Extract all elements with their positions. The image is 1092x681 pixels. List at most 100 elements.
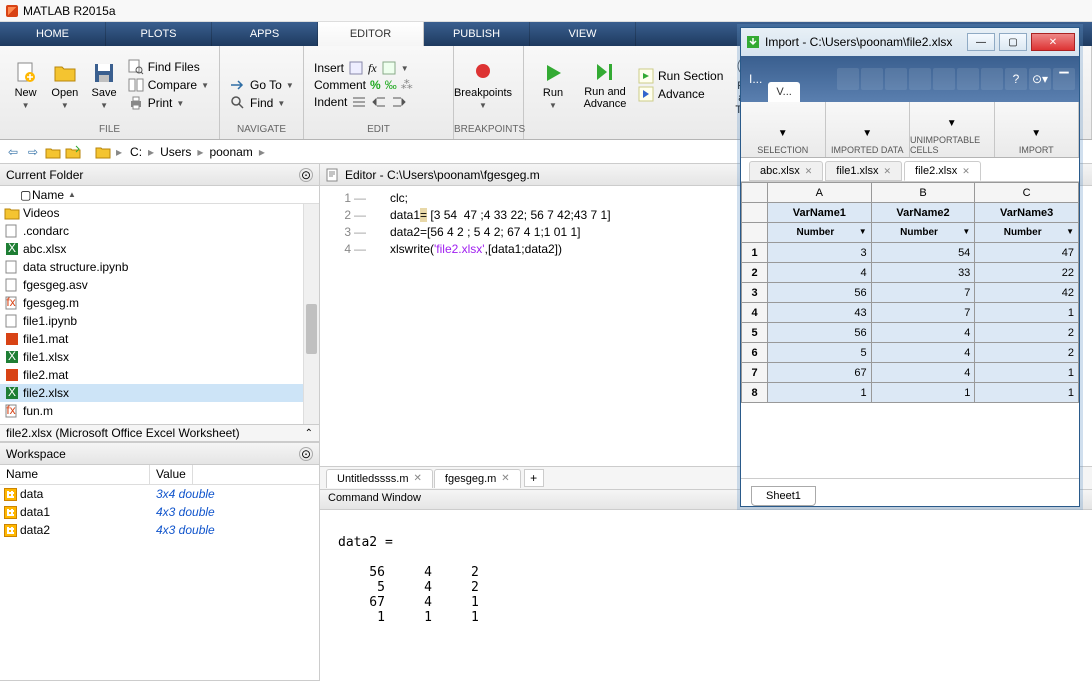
collapse-icon[interactable]: ⊙	[299, 447, 313, 461]
cf-name-column[interactable]: ▢ Name▲	[0, 186, 319, 204]
import-file-tab[interactable]: file1.xlsx ✕	[825, 161, 902, 181]
import-ribbon-tab[interactable]: V...	[768, 82, 800, 102]
file-row[interactable]: fgesgeg.asv	[0, 276, 319, 294]
import-group: ▼UNIMPORTABLE CELLS	[910, 102, 995, 157]
ribbon-btn-7[interactable]	[981, 68, 1003, 90]
group-dropdown-icon[interactable]: ▼	[778, 128, 788, 139]
file-row[interactable]: file2.mat	[0, 366, 319, 384]
editor-tab[interactable]: Untitledssss.m ✕	[326, 469, 433, 488]
run-button[interactable]: Run▼	[530, 50, 576, 120]
breadcrumb-segment[interactable]: Users	[156, 145, 195, 159]
close-icon[interactable]: ✕	[883, 166, 891, 177]
workspace-var[interactable]: data3x4 double	[0, 485, 319, 503]
ribbon-more[interactable]: I...	[745, 72, 766, 86]
file-detail: file2.xlsx (Microsoft Office Excel Works…	[0, 424, 319, 442]
import-group: ▼SELECTION	[741, 102, 826, 157]
find-button[interactable]: Find ▼	[230, 95, 294, 111]
import-data-row[interactable]: 8111	[742, 383, 1079, 403]
close-icon[interactable]: ✕	[962, 166, 970, 177]
import-file-tab[interactable]: abc.xlsx ✕	[749, 161, 823, 181]
open-button[interactable]: Open▼	[45, 50, 84, 120]
ribbon-btn-2[interactable]	[861, 68, 883, 90]
ribbon-btn-6[interactable]	[957, 68, 979, 90]
import-titlebar[interactable]: Import - C:\Users\poonam\file2.xlsx — ▢ …	[741, 28, 1079, 56]
group-dropdown-icon[interactable]: ▼	[947, 118, 957, 129]
svg-text:fx: fx	[6, 404, 15, 417]
main-tab-editor[interactable]: EDITOR	[318, 22, 424, 46]
add-tab-button[interactable]: +	[524, 469, 544, 487]
file-row[interactable]: .condarc	[0, 222, 319, 240]
main-tab-apps[interactable]: APPS	[212, 22, 318, 46]
import-data-row[interactable]: 44371	[742, 303, 1079, 323]
close-icon[interactable]: ✕	[805, 166, 813, 177]
group-dropdown-icon[interactable]: ▼	[1031, 128, 1041, 139]
file-row[interactable]: Xabc.xlsx	[0, 240, 319, 258]
workspace-var[interactable]: data24x3 double	[0, 521, 319, 539]
file-row[interactable]: data structure.ipynb	[0, 258, 319, 276]
browse-button[interactable]	[64, 143, 82, 161]
ribbon-min-icon[interactable]: ▔	[1053, 68, 1075, 90]
import-data-grid[interactable]: ABCVarName1VarName2VarName3Number▼Number…	[741, 182, 1079, 478]
file-row[interactable]: file1.ipynb	[0, 312, 319, 330]
file-row[interactable]: fxfgesgeg.m	[0, 294, 319, 312]
comment-button[interactable]: Comment % ‰ ⁂	[314, 78, 413, 92]
main-tab-view[interactable]: VIEW	[530, 22, 636, 46]
file-row[interactable]: file1.mat	[0, 330, 319, 348]
breadcrumb-segment[interactable]: C:	[126, 145, 146, 159]
import-data-row[interactable]: 6542	[742, 343, 1079, 363]
import-file-tab[interactable]: file2.xlsx ✕	[904, 161, 981, 181]
save-button[interactable]: Save▼	[84, 50, 123, 120]
run-advance-button[interactable]: Run and Advance	[576, 50, 634, 120]
ribbon-btn-3[interactable]	[885, 68, 907, 90]
forward-button[interactable]: ⇨	[24, 143, 42, 161]
import-data-row[interactable]: 243322	[742, 263, 1079, 283]
file-row[interactable]: Videos	[0, 204, 319, 222]
command-window[interactable]: data2 = 56 4 2 5 4 2 67 4 1 1 1 1	[320, 510, 1092, 681]
insert-button[interactable]: Insert fx ▼	[314, 60, 413, 76]
goto-button[interactable]: Go To ▼	[230, 77, 294, 93]
main-tab-publish[interactable]: PUBLISH	[424, 22, 530, 46]
minimize-button[interactable]: —	[967, 33, 995, 51]
breakpoints-button[interactable]: Breakpoints▼	[460, 50, 506, 120]
back-button[interactable]: ⇦	[4, 143, 22, 161]
close-tab-icon[interactable]: ✕	[501, 473, 509, 484]
ribbon-dropdown-icon[interactable]: ⊙▾	[1029, 68, 1051, 90]
print-button[interactable]: Print ▼	[128, 95, 209, 111]
file-row[interactable]: fxfun.m	[0, 402, 319, 420]
editor-tab[interactable]: fgesgeg.m ✕	[434, 469, 521, 488]
file-row[interactable]: Xfile2.xlsx	[0, 384, 319, 402]
up-folder-button[interactable]	[44, 143, 62, 161]
sheet-tabs: Sheet1	[741, 478, 1079, 506]
import-group: ▼IMPORT	[995, 102, 1080, 157]
main-tab-plots[interactable]: PLOTS	[106, 22, 212, 46]
file-row[interactable]: Xfile1.xlsx	[0, 348, 319, 366]
close-button[interactable]: ✕	[1031, 33, 1075, 51]
import-data-row[interactable]: 356742	[742, 283, 1079, 303]
run-section-button[interactable]: Run Section	[638, 68, 723, 84]
ribbon-help-icon[interactable]: ?	[1005, 68, 1027, 90]
find-files-button[interactable]: Find Files	[128, 59, 209, 75]
breadcrumb-sep: ▸	[257, 145, 267, 159]
svg-text:X: X	[8, 242, 16, 255]
import-data-row[interactable]: 135447	[742, 243, 1079, 263]
workspace-var[interactable]: data14x3 double	[0, 503, 319, 521]
indent-button[interactable]: Indent	[314, 94, 413, 110]
ribbon-btn-1[interactable]	[837, 68, 859, 90]
new-button[interactable]: New▼	[6, 50, 45, 120]
scrollbar[interactable]	[303, 204, 319, 424]
sheet-tab[interactable]: Sheet1	[751, 486, 816, 506]
main-tab-home[interactable]: HOME	[0, 22, 106, 46]
close-tab-icon[interactable]: ✕	[414, 473, 422, 484]
import-data-row[interactable]: 55642	[742, 323, 1079, 343]
maximize-button[interactable]: ▢	[999, 33, 1027, 51]
ribbon-btn-5[interactable]	[933, 68, 955, 90]
svg-text:fx: fx	[6, 296, 15, 309]
advance-button[interactable]: Advance	[638, 86, 723, 102]
breadcrumb-sep: ▸	[146, 145, 156, 159]
collapse-icon[interactable]: ⊙	[299, 168, 313, 182]
compare-button[interactable]: Compare ▼	[128, 77, 209, 93]
breadcrumb-segment[interactable]: poonam	[205, 145, 256, 159]
import-data-row[interactable]: 76741	[742, 363, 1079, 383]
group-dropdown-icon[interactable]: ▼	[862, 128, 872, 139]
ribbon-btn-4[interactable]	[909, 68, 931, 90]
